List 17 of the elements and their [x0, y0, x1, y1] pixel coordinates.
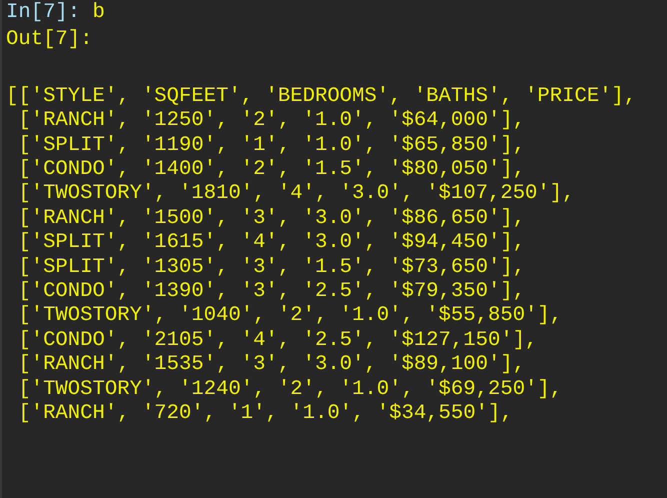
output-line: [['STYLE', 'SQFEET', 'BEDROOMS', 'BATHS', 'PRICE'], [6, 84, 636, 110]
input-prompt: In[7]: [6, 1, 80, 26]
output-line: ['TWOSTORY', '1810', '4', '3.0', '$107,250'], [17, 182, 574, 207]
output-line: ['RANCH', '1250', '2', '1.0', '$64,000'], [17, 109, 526, 134]
output-prompt: Out[7]: [6, 28, 93, 53]
output-line: ['RANCH', '1500', '3', '3.0', '$86,650'], [17, 206, 526, 232]
output-line: ['SPLIT', '1615', '4', '3.0', '$94,450'], [17, 231, 526, 256]
output-line: ['SPLIT', '1305', '3', '1.5', '$73,650'], [17, 256, 526, 280]
output-line: ['TWOSTORY', '1040', '2', '1.0', '$55,850'], [17, 304, 562, 329]
output-line: ['RANCH', '720', '1', '1.0', '$34,550'], [17, 402, 513, 426]
output-line: ['RANCH', '1535', '3', '3.0', '$89,100'], [17, 353, 526, 378]
output-line: ['SPLIT', '1190', '1', '1.0', '$65,850'], [17, 134, 526, 158]
output-line: ['TWOSTORY', '1240', '2', '1.0', '$69,250'], [17, 378, 562, 402]
output-line: ['CONDO', '1390', '3', '2.5', '$79,350'], [17, 280, 526, 304]
output-line: ['CONDO', '2105', '4', '2.5', '$127,150'], [17, 328, 538, 354]
output-line: ['CONDO', '1400', '2', '1.5', '$80,050'], [17, 158, 526, 182]
input-code: b [92, 1, 105, 26]
